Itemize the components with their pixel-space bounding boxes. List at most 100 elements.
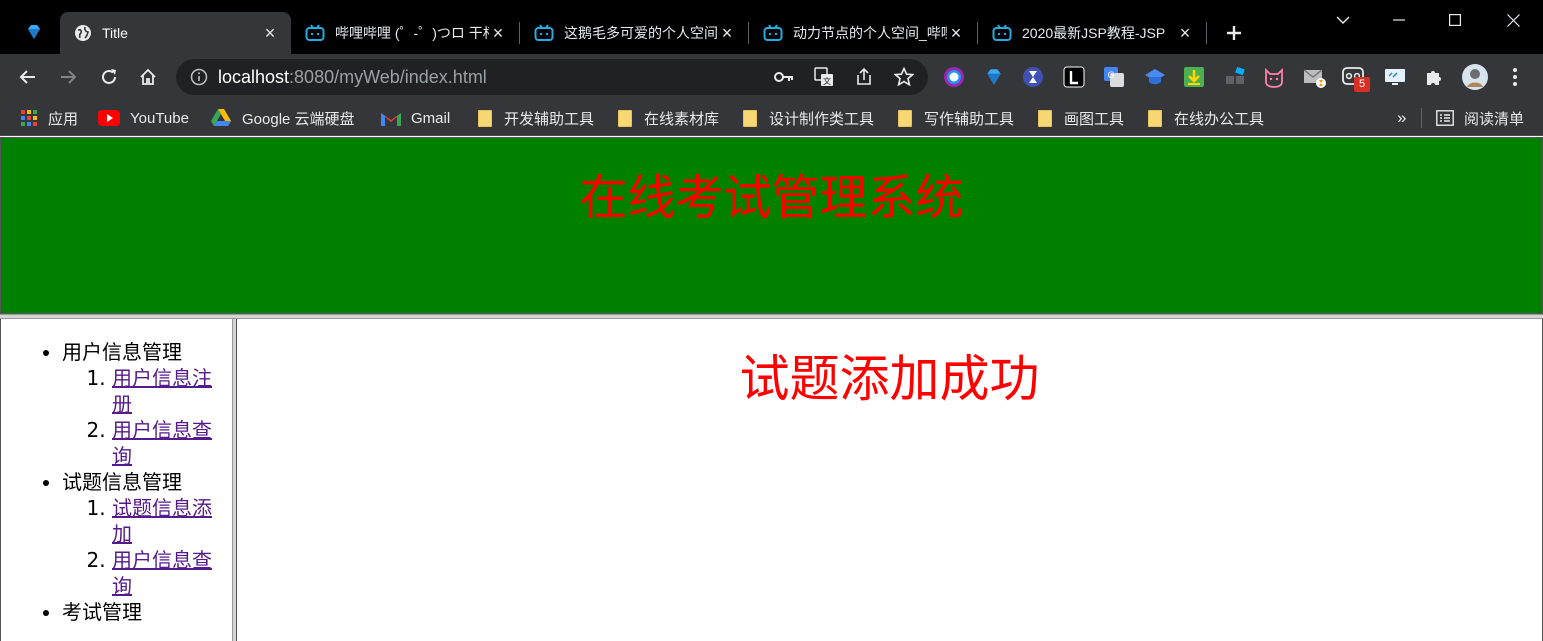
new-tab-button[interactable] bbox=[1220, 19, 1248, 47]
tab-active[interactable]: Title × bbox=[60, 12, 291, 54]
youtube-icon bbox=[98, 109, 120, 127]
bookmark-folder-office[interactable]: 在线办公工具 bbox=[1146, 107, 1264, 129]
translate-button[interactable]: 文 bbox=[814, 67, 834, 87]
maximize-button[interactable] bbox=[1427, 0, 1483, 40]
browser-menu-button[interactable] bbox=[1503, 65, 1527, 89]
google-translate-icon: G bbox=[1104, 67, 1124, 87]
tab-search-button[interactable] bbox=[1315, 0, 1371, 40]
extension-mail[interactable] bbox=[1303, 65, 1327, 89]
bookmark-label: 在线办公工具 bbox=[1174, 110, 1265, 128]
address-bar[interactable]: localhost:8080/myWeb/index.html 文 bbox=[176, 59, 928, 95]
tab-close-icon[interactable]: × bbox=[718, 24, 736, 42]
tab-title: 这鹅毛多可爱的个人空间 bbox=[564, 25, 718, 41]
menu-group-question-info: 试题信息管理 试题信息添加 用户信息查询 bbox=[62, 469, 222, 599]
bookmarks-bar: 应用 YouTube Google 云端硬盘 Gmail 开发辅助工具 在线素材… bbox=[0, 100, 1543, 136]
reading-list-label: 阅读清单 bbox=[1464, 110, 1525, 128]
bookmark-folder-assets[interactable]: 在线素材库 bbox=[616, 107, 719, 129]
link-user-query[interactable]: 用户信息查询 bbox=[112, 418, 212, 468]
mail-timer-icon bbox=[1303, 69, 1326, 88]
success-message: 试题添加成功 bbox=[739, 350, 1040, 408]
link-user-query-2[interactable]: 用户信息查询 bbox=[112, 548, 212, 598]
reading-list-button[interactable]: 阅读清单 bbox=[1436, 107, 1524, 129]
bookmarks-overflow-button[interactable]: » bbox=[1397, 107, 1406, 129]
profile-avatar[interactable] bbox=[1461, 63, 1489, 91]
reload-button[interactable] bbox=[93, 61, 125, 93]
close-window-button[interactable] bbox=[1485, 0, 1541, 40]
bookmark-youtube[interactable]: YouTube bbox=[98, 107, 189, 129]
bookmark-label: 应用 bbox=[48, 110, 79, 128]
bookmark-gmail[interactable]: Gmail bbox=[381, 107, 450, 129]
extension-colorful[interactable] bbox=[942, 65, 966, 89]
extension-screen[interactable] bbox=[1383, 65, 1407, 89]
reading-list-icon bbox=[1436, 109, 1454, 127]
arrow-right-icon bbox=[61, 70, 77, 84]
extension-google-translate[interactable]: G bbox=[1102, 65, 1126, 89]
gem-icon bbox=[28, 25, 40, 39]
extension-blocks[interactable] bbox=[1223, 65, 1247, 89]
bilibili-icon bbox=[992, 24, 1012, 41]
extension-hourglass[interactable] bbox=[1021, 65, 1045, 89]
tab-bilibili-home[interactable]: 哔哩哔哩 (゜-゜)つロ 干杯~-bilibili × bbox=[291, 12, 519, 54]
extension-gem[interactable] bbox=[982, 65, 1006, 89]
globe-icon bbox=[75, 25, 91, 41]
password-key-button[interactable] bbox=[774, 67, 794, 87]
kebab-menu-icon bbox=[1513, 68, 1517, 86]
info-icon[interactable] bbox=[190, 68, 208, 86]
bookmark-folder-drawing[interactable]: 画图工具 bbox=[1036, 107, 1124, 129]
close-icon bbox=[1506, 13, 1520, 27]
tab-bilibili-space-1[interactable]: 这鹅毛多可爱的个人空间 × bbox=[520, 12, 748, 54]
submenu-item: 试题信息添加 bbox=[112, 495, 222, 547]
bilibili-icon bbox=[305, 24, 325, 41]
apps-grid-icon bbox=[20, 109, 38, 127]
key-icon bbox=[774, 72, 793, 82]
bookmark-google-drive[interactable]: Google 云端硬盘 bbox=[210, 107, 355, 129]
pinned-tab[interactable] bbox=[14, 12, 54, 52]
arrow-left-icon bbox=[19, 70, 35, 84]
submenu-item: 用户信息查询 bbox=[112, 417, 222, 469]
extension-l[interactable] bbox=[1062, 65, 1086, 89]
extensions-menu-button[interactable] bbox=[1422, 65, 1446, 89]
bookmark-apps[interactable]: 应用 bbox=[20, 107, 78, 129]
tab-separator bbox=[1206, 22, 1207, 44]
tab-close-icon[interactable]: × bbox=[1176, 24, 1194, 42]
submenu: 试题信息添加 用户信息查询 bbox=[112, 495, 222, 599]
link-user-register[interactable]: 用户信息注册 bbox=[112, 366, 212, 416]
extension-graduation[interactable] bbox=[1143, 65, 1167, 89]
content-frame: 试题添加成功 bbox=[237, 319, 1543, 641]
avatar-icon bbox=[1462, 64, 1488, 90]
bookmark-label: 设计制作类工具 bbox=[769, 110, 875, 128]
browser-toolbar: localhost:8080/myWeb/index.html 文 G 5 bbox=[0, 54, 1543, 100]
tab-jsp-tutorial[interactable]: 2020最新JSP教程-JSP × bbox=[978, 12, 1206, 54]
link-question-add[interactable]: 试题信息添加 bbox=[112, 496, 212, 546]
hourglass-icon bbox=[1023, 67, 1043, 87]
nav-menu: 用户信息管理 用户信息注册 用户信息查询 试题信息管理 试题信息添加 用户信息查… bbox=[62, 339, 222, 625]
forward-button[interactable] bbox=[52, 61, 84, 93]
menu-group-label: 考试管理 bbox=[62, 600, 142, 624]
l-logo-icon bbox=[1063, 66, 1085, 88]
tab-close-icon[interactable]: × bbox=[261, 24, 279, 42]
tab-close-icon[interactable]: × bbox=[489, 24, 507, 42]
bookmark-folder-design[interactable]: 设计制作类工具 bbox=[741, 107, 874, 129]
tab-close-icon[interactable]: × bbox=[947, 24, 965, 42]
menu-group-user-info: 用户信息管理 用户信息注册 用户信息查询 bbox=[62, 339, 222, 469]
plus-icon bbox=[1227, 26, 1241, 40]
reload-icon bbox=[102, 69, 116, 84]
extension-cat[interactable] bbox=[1262, 65, 1286, 89]
google-drive-icon bbox=[210, 109, 232, 127]
minimize-button[interactable] bbox=[1371, 0, 1427, 40]
bookmark-folder-dev-tools[interactable]: 开发辅助工具 bbox=[476, 107, 594, 129]
extension-badge-counter[interactable]: 5 bbox=[1342, 65, 1370, 92]
back-button[interactable] bbox=[12, 61, 44, 93]
tab-title: 哔哩哔哩 (゜-゜)つロ 干杯~-bilibili bbox=[335, 25, 489, 41]
bookmark-star-button[interactable] bbox=[894, 67, 914, 87]
extension-download[interactable] bbox=[1182, 65, 1206, 89]
bookmark-folder-writing[interactable]: 写作辅助工具 bbox=[896, 107, 1014, 129]
folder-icon bbox=[476, 109, 494, 127]
tab-bilibili-space-2[interactable]: 动力节点的个人空间_哔哩 × bbox=[749, 12, 977, 54]
bookmark-label: 在线素材库 bbox=[644, 110, 720, 128]
monitor-icon bbox=[1385, 69, 1405, 85]
home-button[interactable] bbox=[132, 61, 164, 93]
submenu: 用户信息注册 用户信息查询 bbox=[112, 365, 222, 469]
share-button[interactable] bbox=[854, 67, 874, 87]
maximize-icon bbox=[1449, 14, 1461, 26]
